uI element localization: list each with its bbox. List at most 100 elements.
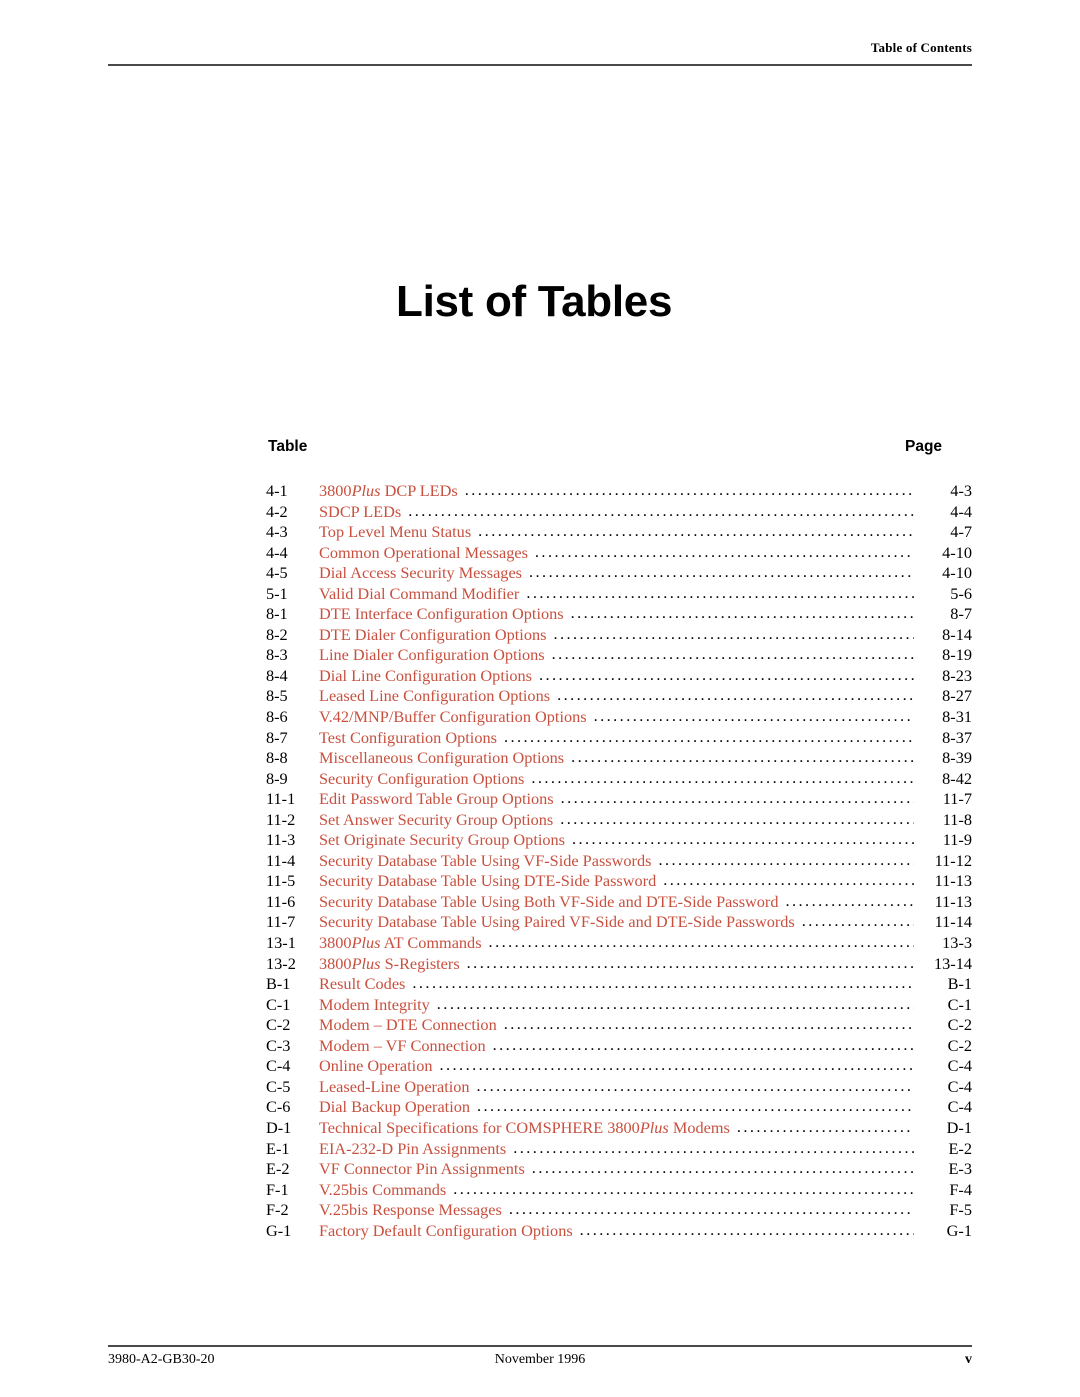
dot-leader — [571, 747, 914, 768]
page-reference: B-1 — [947, 974, 972, 994]
table-number: 8-7 — [266, 727, 288, 747]
dot-leader — [439, 1055, 914, 1076]
table-number: 8-4 — [266, 665, 288, 685]
page-reference: D-1 — [946, 1117, 972, 1137]
list-item[interactable]: 11-7 Security Database Table Using Paired… — [266, 912, 972, 933]
dot-leader — [531, 768, 914, 789]
table-title-text: Dial Access Security Messages — [319, 563, 523, 583]
dot-leader — [477, 1096, 914, 1117]
list-item[interactable]: 4-4 Common Operational Messages 4-10 — [266, 543, 972, 564]
list-item[interactable]: 11-6 Security Database Table Using Both V… — [266, 892, 972, 913]
dot-leader — [594, 706, 914, 727]
table-title-emphasis: Plus — [351, 933, 381, 953]
table-title-text: Set Originate Security Group Options — [319, 830, 565, 850]
list-item[interactable]: 8-8 Miscellaneous Configuration Options 8-… — [266, 748, 972, 769]
page-reference: 4-10 — [942, 563, 972, 583]
page-reference: C-4 — [947, 1056, 972, 1076]
list-item[interactable]: 13-2 3800Plus S-Registers 13-14 — [266, 954, 972, 975]
table-title-text: Factory Default Configuration Options — [319, 1220, 573, 1240]
list-item[interactable]: D-1 Technical Specifications for COMSPHER… — [266, 1118, 972, 1139]
dot-leader — [552, 644, 914, 665]
page-reference: 11-14 — [934, 912, 972, 932]
dot-leader — [504, 727, 914, 748]
list-item[interactable]: 8-2 DTE Dialer Configuration Options 8-14 — [266, 625, 972, 646]
list-item[interactable]: 8-5 Leased Line Configuration Options 8-27 — [266, 686, 972, 707]
table-title-text: Common Operational Messages — [319, 542, 528, 562]
page-reference: 13-3 — [942, 933, 972, 953]
dot-leader — [658, 850, 914, 871]
dot-leader — [509, 1199, 914, 1220]
list-item[interactable]: 4-2 SDCP LEDs 4-4 — [266, 502, 972, 523]
list-item[interactable]: 4-3 Top Level Menu Status 4-7 — [266, 522, 972, 543]
list-item[interactable]: C-5 Leased-Line Operation C-4 — [266, 1077, 972, 1098]
list-item[interactable]: 8-6 V.42/MNP/Buffer Configuration Options… — [266, 707, 972, 728]
list-item[interactable]: B-1 Result Codes B-1 — [266, 974, 972, 995]
list-item[interactable]: F-1 V.25bis Commands F-4 — [266, 1180, 972, 1201]
table-title: Technical Specifications for COMSPHERE 3… — [319, 1118, 730, 1139]
table-title: Modem – VF Connection — [319, 1036, 486, 1057]
table-title-text: DTE Dialer Configuration Options — [319, 624, 547, 644]
table-number: B-1 — [266, 974, 291, 994]
list-item[interactable]: 11-5 Security Database Table Using DTE-Si… — [266, 871, 972, 892]
dot-leader — [465, 480, 914, 501]
table-number: 8-9 — [266, 768, 288, 788]
table-title-text: Security Database Table Using Both VF-Si… — [319, 891, 779, 911]
list-item[interactable]: 4-5 Dial Access Security Messages 4-10 — [266, 563, 972, 584]
list-item[interactable]: 11-4 Security Database Table Using VF-Sid… — [266, 851, 972, 872]
dot-leader — [453, 1179, 914, 1200]
table-title-text: 3800 — [319, 933, 352, 953]
page-reference: F-5 — [949, 1200, 972, 1220]
list-item[interactable]: C-2 Modem – DTE Connection C-2 — [266, 1015, 972, 1036]
list-item[interactable]: F-2 V.25bis Response Messages F-5 — [266, 1200, 972, 1221]
table-title: 3800Plus AT Commands — [319, 933, 482, 954]
list-item[interactable]: 8-3 Line Dialer Configuration Options 8-19 — [266, 645, 972, 666]
table-title: Dial Line Configuration Options — [319, 666, 532, 687]
list-item[interactable]: 11-1 Edit Password Table Group Options 11-… — [266, 789, 972, 810]
page-reference: 11-13 — [934, 891, 972, 911]
table-title-text: Security Database Table Using VF-Side Pa… — [319, 850, 652, 870]
dot-leader — [408, 501, 914, 522]
list-item[interactable]: 5-1 Valid Dial Command Modifier 5-6 — [266, 584, 972, 605]
list-item[interactable]: E-1 EIA-232-D Pin Assignments E-2 — [266, 1139, 972, 1160]
list-item[interactable]: 11-2 Set Answer Security Group Options 11-… — [266, 810, 972, 831]
list-item[interactable]: C-3 Modem – VF Connection C-2 — [266, 1036, 972, 1057]
list-item[interactable]: 8-1 DTE Interface Configuration Options 8-… — [266, 604, 972, 625]
list-item[interactable]: 11-3 Set Originate Security Group Options… — [266, 830, 972, 851]
table-title: Top Level Menu Status — [319, 522, 471, 543]
list-item[interactable]: C-1 Modem Integrity C-1 — [266, 995, 972, 1016]
list-item[interactable]: 8-7 Test Configuration Options 8-37 — [266, 728, 972, 749]
table-title: Online Operation — [319, 1056, 432, 1077]
table-title: Factory Default Configuration Options — [319, 1221, 573, 1242]
table-title: DTE Dialer Configuration Options — [319, 625, 546, 646]
dot-leader — [572, 829, 914, 850]
page-reference: C-4 — [947, 1076, 972, 1096]
page-reference: 8-14 — [942, 624, 972, 644]
list-item[interactable]: 8-4 Dial Line Configuration Options 8-23 — [266, 666, 972, 687]
list-item[interactable]: C-6 Dial Backup Operation C-4 — [266, 1097, 972, 1118]
page-reference: 11-13 — [934, 871, 972, 891]
page-reference: 8-42 — [942, 768, 972, 788]
page-reference: 4-4 — [950, 501, 972, 521]
list-item[interactable]: 4-1 3800Plus DCP LEDs 4-3 — [266, 481, 972, 502]
table-number: C-6 — [266, 1097, 291, 1117]
page-reference: 5-6 — [950, 583, 972, 603]
table-title-text-cont: AT Commands — [380, 933, 482, 953]
table-title-text-cont: S-Registers — [380, 953, 460, 973]
table-title: Line Dialer Configuration Options — [319, 645, 545, 666]
table-number: G-1 — [266, 1220, 292, 1240]
table-number: 8-3 — [266, 645, 288, 665]
page-reference: 8-7 — [950, 604, 972, 624]
page-reference: E-3 — [948, 1159, 972, 1179]
footer-rule — [108, 1345, 972, 1347]
table-title-text: Line Dialer Configuration Options — [319, 645, 545, 665]
list-item[interactable]: E-2 VF Connector Pin Assignments E-3 — [266, 1159, 972, 1180]
list-item[interactable]: 8-9 Security Configuration Options 8-42 — [266, 769, 972, 790]
table-number: 8-2 — [266, 624, 288, 644]
table-title-text: 3800 — [319, 953, 352, 973]
table-title: 3800Plus S-Registers — [319, 954, 460, 975]
table-number: C-4 — [266, 1056, 291, 1076]
list-item[interactable]: G-1 Factory Default Configuration Options… — [266, 1221, 972, 1242]
page-footer: 3980-A2-GB30-20 November 1996 v — [108, 1352, 972, 1374]
list-item[interactable]: 13-1 3800Plus AT Commands 13-3 — [266, 933, 972, 954]
list-item[interactable]: C-4 Online Operation C-4 — [266, 1056, 972, 1077]
